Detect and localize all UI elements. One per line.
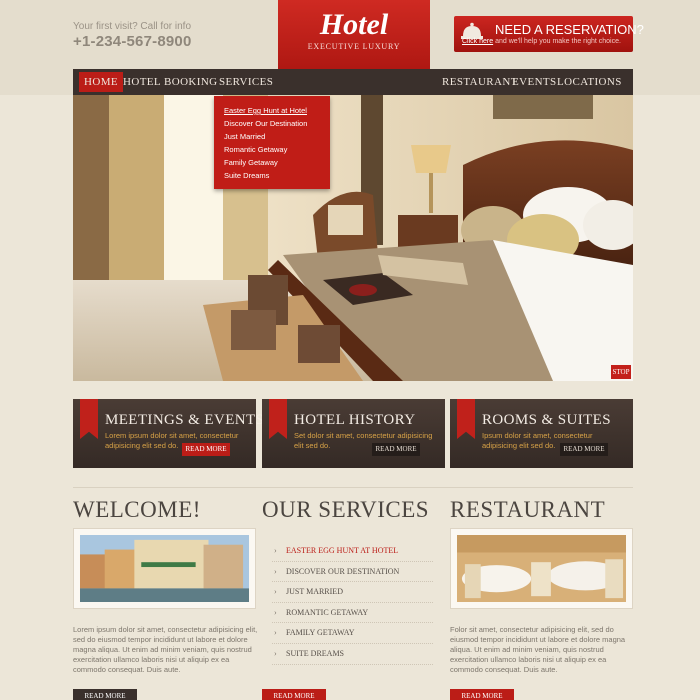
- hero-image: [73, 95, 633, 381]
- nav-item-booking[interactable]: BOOKING: [164, 69, 218, 95]
- nav-item-restaurant[interactable]: RESTAURANT: [442, 69, 518, 95]
- dropdown-item-suite-dreams[interactable]: Suite Dreams: [214, 169, 330, 182]
- service-label: SUITE DREAMS: [286, 648, 345, 658]
- bookmark-icon: [80, 399, 98, 439]
- dropdown-item-discover-destination[interactable]: Discover Our Destination: [214, 117, 330, 130]
- service-item-romantic-getaway[interactable]: › ROMANTIC GETAWAY: [272, 603, 433, 624]
- feature-title: HOTEL HISTORY: [294, 412, 416, 428]
- restaurant-title: RESTAURANT: [450, 497, 606, 522]
- service-item-suite-dreams[interactable]: › SUITE DREAMS: [272, 644, 433, 665]
- bookmark-icon: [269, 399, 287, 439]
- service-label: EASTER EGG HUNT AT HOTEL: [286, 546, 399, 555]
- read-more-button[interactable]: READ MORE: [372, 443, 420, 456]
- welcome-text: Lorem ipsum dolor sit amet, consectetur …: [73, 625, 258, 674]
- restaurant-photo: [450, 528, 633, 609]
- reservation-banner[interactable]: NEED A RESERVATION? Click here and we'll…: [454, 16, 644, 52]
- service-item-discover-destination[interactable]: › DISCOVER OUR DESTINATION: [272, 562, 433, 583]
- slider-stop-button[interactable]: STOP: [611, 365, 631, 379]
- restaurant-image: [457, 535, 626, 602]
- dropdown-item-family-getaway[interactable]: Family Getaway: [214, 156, 330, 169]
- nav-item-events[interactable]: EVENTS: [512, 69, 557, 95]
- nav-item-home[interactable]: HOME: [79, 72, 123, 92]
- feature-title: MEETINGS & EVENTS: [105, 412, 265, 428]
- chevron-right-icon: ›: [274, 587, 277, 597]
- reservation-link[interactable]: Click here: [462, 38, 493, 45]
- reservation-subtitle-text: and we'll help you make the right choice…: [493, 38, 621, 45]
- service-item-family-getaway[interactable]: › FAMILY GETAWAY: [272, 623, 433, 644]
- services-title: OUR SERVICES: [262, 497, 430, 522]
- dropdown-item-romantic-getaway[interactable]: Romantic Getaway: [214, 143, 330, 156]
- phone-number[interactable]: +1-234-567-8900: [73, 33, 192, 50]
- chevron-right-icon: ›: [274, 607, 277, 617]
- services-list: › EASTER EGG HUNT AT HOTEL › DISCOVER OUR …: [272, 541, 433, 665]
- nav-item-hotel[interactable]: HOTEL: [123, 69, 161, 95]
- chevron-right-icon: ›: [274, 546, 277, 555]
- dropdown-item-just-married[interactable]: Just Married: [214, 130, 330, 143]
- service-label: JUST MARRIED: [286, 587, 343, 597]
- service-label: ROMANTIC GETAWAY: [286, 607, 369, 617]
- restaurant-text: Folor sit amet, consectetur adipisicing …: [450, 625, 626, 674]
- service-item-just-married[interactable]: › JUST MARRIED: [272, 582, 433, 603]
- nav-item-locations[interactable]: LOCATIONS: [557, 69, 622, 95]
- main-nav: HOME HOTEL BOOKING SERVICES RESTAURANT E…: [73, 69, 633, 95]
- dropdown-item-easter-egg-hunt[interactable]: Easter Egg Hunt at Hotel: [214, 104, 330, 117]
- read-more-button[interactable]: READ MORE: [560, 443, 608, 456]
- nav-item-services[interactable]: SERVICES: [219, 69, 273, 95]
- chevron-right-icon: ›: [274, 566, 277, 576]
- feature-title: ROOMS & SUITES: [482, 412, 611, 428]
- hero-slider[interactable]: STOP: [73, 95, 633, 381]
- service-label: DISCOVER OUR DESTINATION: [286, 566, 400, 576]
- bookmark-icon: [457, 399, 475, 439]
- reservation-title: NEED A RESERVATION?: [495, 22, 644, 37]
- services-read-more-button[interactable]: READ MORE: [262, 689, 326, 700]
- welcome-read-more-button[interactable]: READ MORE: [73, 689, 137, 700]
- logo-subtitle: EXECUTIVE LUXURY: [307, 42, 401, 51]
- logo-title: Hotel: [319, 8, 389, 41]
- read-more-button[interactable]: READ MORE: [182, 443, 230, 456]
- section-divider: [73, 487, 633, 488]
- welcome-image: [80, 535, 249, 602]
- feature-hotel-history: HOTEL HISTORY Set dolor sit amet, consec…: [262, 399, 445, 468]
- feature-meetings-events: MEETINGS & EVENTS Lorem ipsum dolor sit …: [73, 399, 264, 468]
- service-item-easter-egg-hunt[interactable]: › EASTER EGG HUNT AT HOTEL: [272, 541, 433, 562]
- restaurant-read-more-button[interactable]: READ MORE: [450, 689, 514, 700]
- chevron-right-icon: ›: [274, 648, 277, 658]
- reservation-subtitle: Click here and we'll help you make the r…: [462, 38, 621, 45]
- services-dropdown: Easter Egg Hunt at Hotel Discover Our De…: [214, 96, 330, 189]
- service-label: FAMILY GETAWAY: [286, 628, 355, 638]
- welcome-photo: [73, 528, 256, 609]
- first-visit-text: Your first visit? Call for info: [73, 21, 192, 32]
- chevron-right-icon: ›: [274, 628, 277, 638]
- welcome-title: WELCOME!: [73, 497, 201, 522]
- feature-rooms-suites: ROOMS & SUITES Ipsum dolor sit amet, con…: [450, 399, 633, 468]
